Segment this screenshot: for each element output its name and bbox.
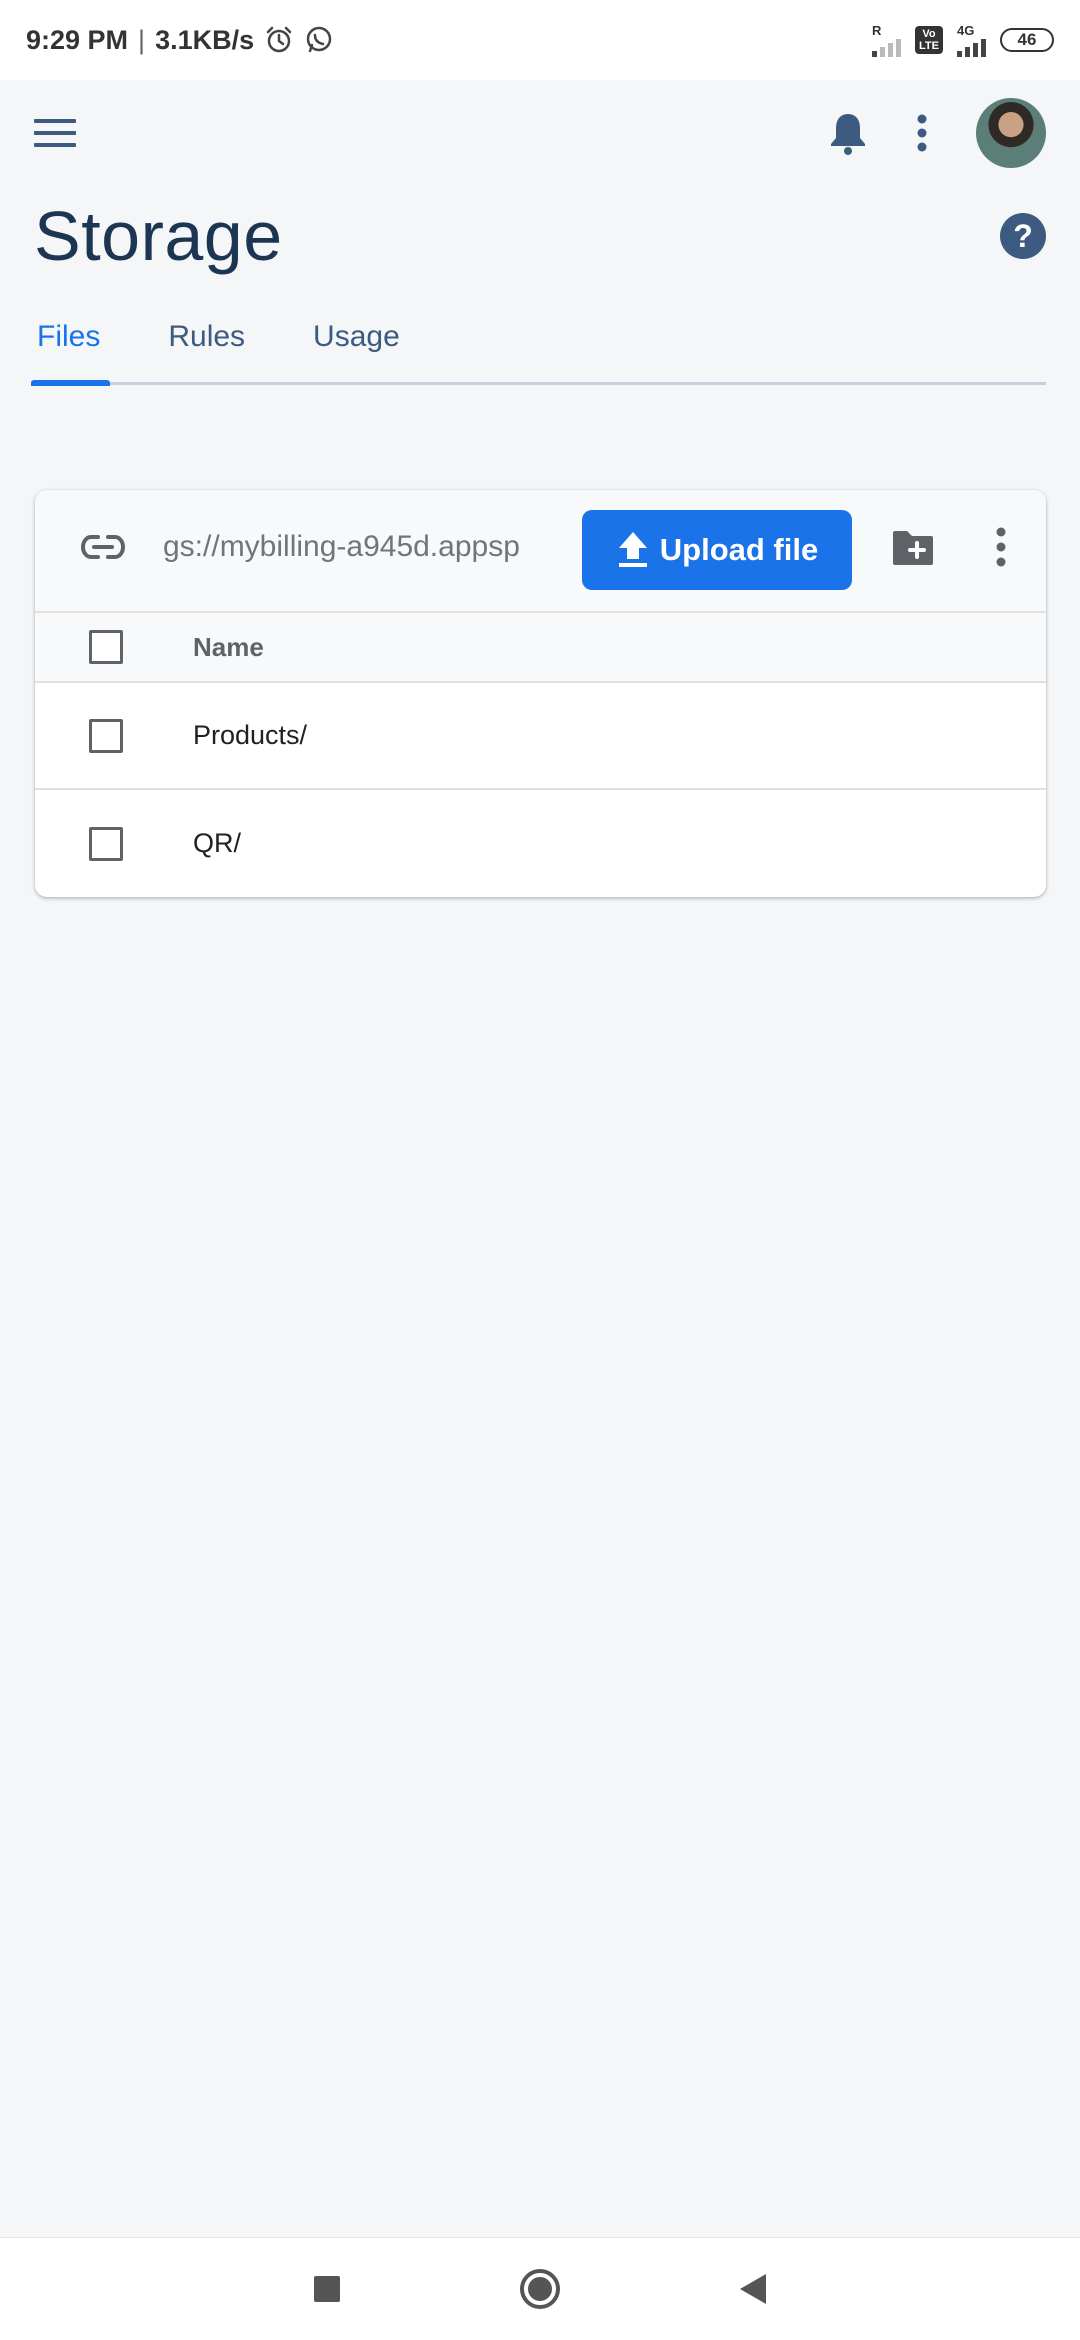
alarm-icon — [266, 26, 292, 53]
tab-files[interactable]: Files — [31, 320, 111, 386]
bell-icon[interactable] — [828, 110, 868, 156]
signal-bars-2-icon — [957, 37, 986, 57]
battery-indicator: 46 — [1000, 28, 1054, 52]
folder-name[interactable]: QR/ — [193, 828, 241, 859]
back-icon[interactable] — [740, 2274, 766, 2304]
link-icon[interactable] — [80, 532, 126, 567]
table-row[interactable]: QR/ — [35, 790, 1046, 897]
volte-top: Vo — [922, 28, 936, 40]
status-bar-left: 9:29 PM | 3.1KB/s — [26, 25, 334, 56]
whatsapp-icon — [306, 26, 332, 53]
help-icon[interactable]: ? — [1000, 213, 1046, 259]
menu-icon[interactable] — [34, 118, 76, 148]
status-bar-right: R Vo LTE 4G 46 — [872, 24, 1054, 57]
bucket-path[interactable]: gs://mybilling-a945d.appsp — [163, 530, 583, 564]
upload-icon — [618, 532, 647, 567]
help-icon-glyph: ? — [1013, 217, 1033, 254]
row-checkbox[interactable] — [89, 826, 123, 861]
status-bar: 9:29 PM | 3.1KB/s R Vo LTE 4G 46 — [0, 0, 1080, 80]
table-row[interactable]: Products/ — [35, 683, 1046, 790]
status-separator: | — [138, 24, 146, 55]
select-all-checkbox[interactable] — [89, 630, 123, 664]
new-folder-icon[interactable] — [890, 528, 936, 573]
files-toolbar: gs://mybilling-a945d.appsp Upload file — [35, 490, 1046, 613]
signal-1: R — [872, 22, 902, 57]
column-header-name[interactable]: Name — [193, 632, 264, 663]
tab-bar: Files Rules Usage — [31, 305, 1046, 386]
more-vert-icon[interactable] — [995, 526, 1007, 573]
signal-1-label: R — [872, 22, 882, 38]
more-vert-icon[interactable] — [916, 113, 928, 153]
folder-name[interactable]: Products/ — [193, 720, 307, 751]
network-speed: 3.1KB/s — [155, 24, 255, 55]
status-time: 9:29 PM — [26, 24, 129, 55]
system-nav-bar — [0, 2237, 1080, 2340]
tab-rules[interactable]: Rules — [162, 320, 249, 382]
volte-badge: Vo LTE — [915, 26, 943, 54]
upload-file-button[interactable]: Upload file — [582, 510, 852, 590]
page-title: Storage — [34, 197, 283, 275]
appbar-actions — [828, 97, 1046, 168]
row-checkbox[interactable] — [89, 718, 123, 753]
title-row: Storage ? — [0, 190, 1080, 282]
home-icon[interactable] — [520, 2269, 560, 2309]
volte-bottom: LTE — [919, 40, 939, 52]
top-app-bar — [0, 80, 1080, 185]
tab-usage[interactable]: Usage — [307, 320, 404, 382]
table-header: Name — [35, 613, 1046, 683]
battery-level: 46 — [1017, 30, 1037, 49]
signal-2: 4G — [957, 24, 986, 57]
signal-2-label: 4G — [957, 22, 975, 38]
files-card: gs://mybilling-a945d.appsp Upload file N… — [35, 490, 1046, 897]
signal-bars-1-icon — [872, 37, 902, 57]
recents-icon[interactable] — [314, 2276, 340, 2302]
avatar[interactable] — [976, 97, 1046, 168]
upload-file-label: Upload file — [659, 532, 819, 567]
